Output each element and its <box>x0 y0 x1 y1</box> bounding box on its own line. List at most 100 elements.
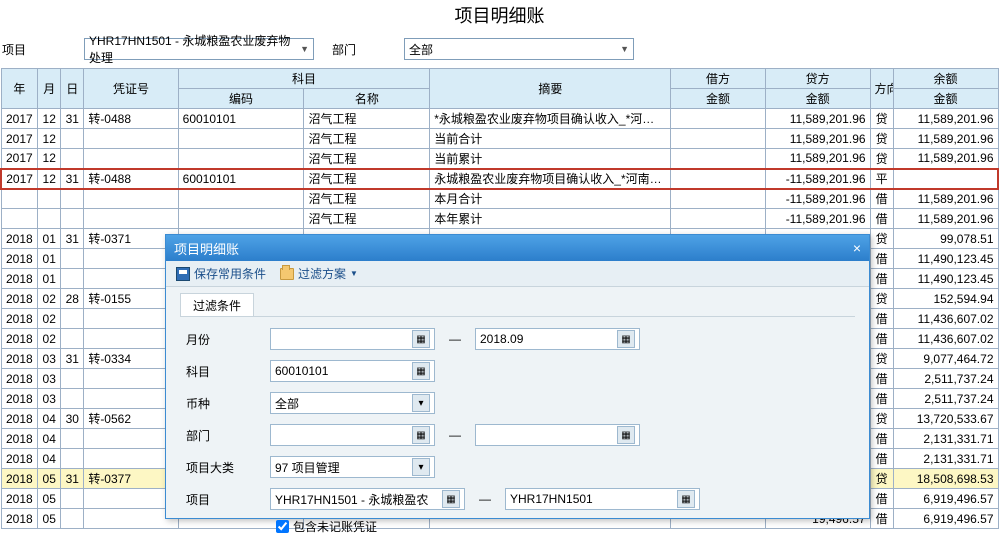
folder-icon <box>280 268 294 280</box>
table-cell <box>671 129 765 149</box>
table-cell: 2018 <box>1 229 38 249</box>
dept-select[interactable]: 全部 ▼ <box>404 38 634 60</box>
table-row[interactable]: 沼气工程本月合计-11,589,201.96借11,589,201.96 <box>1 189 998 209</box>
filter-scheme-button[interactable]: 过滤方案 ▼ <box>280 265 358 282</box>
col-subject[interactable]: 科目 <box>178 69 430 89</box>
filter-scheme-label: 过滤方案 <box>298 265 346 282</box>
table-cell: 贷 <box>870 349 893 369</box>
table-cell <box>671 189 765 209</box>
table-row[interactable]: 201712沼气工程当前累计11,589,201.96贷11,589,201.9… <box>1 149 998 169</box>
dialog-titlebar[interactable]: 项目明细账 × <box>166 235 869 261</box>
table-cell: 31 <box>61 229 84 249</box>
project-from-input[interactable]: YHR17HN1501 - 永城粮盈农▦ <box>270 488 465 510</box>
dept-select-value: 全部 <box>409 41 433 58</box>
save-conditions-button[interactable]: 保存常用条件 <box>176 265 266 282</box>
table-row[interactable]: 201712沼气工程当前合计11,589,201.96贷11,589,201.9… <box>1 129 998 149</box>
table-cell: 2018 <box>1 389 38 409</box>
table-cell: 04 <box>38 409 61 429</box>
table-cell <box>178 149 304 169</box>
col-summary[interactable]: 摘要 <box>430 69 671 109</box>
table-row[interactable]: 20171231转-048860010101沼气工程永城粮盈农业废弃物项目确认收… <box>1 169 998 189</box>
table-cell: 11,436,607.02 <box>893 329 998 349</box>
month-from-input[interactable]: ▦ <box>270 328 435 350</box>
category-select[interactable]: 97 项目管理▾ <box>270 456 435 478</box>
month-to-input[interactable]: 2018.09▦ <box>475 328 640 350</box>
col-debit[interactable]: 借方 <box>671 69 765 89</box>
col-credit-amt[interactable]: 金额 <box>765 89 870 109</box>
table-cell: -11,589,201.96 <box>765 209 870 229</box>
dept-to-input[interactable]: ▦ <box>475 424 640 446</box>
table-cell: 2018 <box>1 289 38 309</box>
table-cell: 05 <box>38 489 61 509</box>
table-cell: 03 <box>38 389 61 409</box>
col-code[interactable]: 编码 <box>178 89 304 109</box>
table-cell: 2,511,737.24 <box>893 389 998 409</box>
table-cell: 本月合计 <box>430 189 671 209</box>
currency-select[interactable]: 全部▾ <box>270 392 435 414</box>
col-balance[interactable]: 余额 <box>893 69 998 89</box>
col-voucher[interactable]: 凭证号 <box>84 69 178 109</box>
table-cell: 借 <box>870 189 893 209</box>
filter-tab[interactable]: 过滤条件 <box>180 293 254 317</box>
table-cell: 04 <box>38 449 61 469</box>
table-cell: 11,589,201.96 <box>893 209 998 229</box>
table-cell: 12 <box>38 169 61 189</box>
table-cell: 2017 <box>1 149 38 169</box>
table-cell <box>84 389 178 409</box>
table-cell: -11,589,201.96 <box>765 169 870 189</box>
subject-input[interactable]: 60010101▦ <box>270 360 435 382</box>
chevron-down-icon[interactable]: ▾ <box>412 458 430 476</box>
table-cell: 2018 <box>1 329 38 349</box>
col-credit[interactable]: 贷方 <box>765 69 870 89</box>
table-cell <box>61 449 84 469</box>
table-cell <box>38 189 61 209</box>
project-select[interactable]: YHR17HN1501 - 永城粮盈农业废弃物处理 ▼ <box>84 38 314 60</box>
table-cell: 借 <box>870 429 893 449</box>
col-debit-amt[interactable]: 金额 <box>671 89 765 109</box>
col-year[interactable]: 年 <box>1 69 38 109</box>
table-cell: 借 <box>870 509 893 529</box>
lookup-icon[interactable]: ▦ <box>412 362 430 380</box>
table-cell: 借 <box>870 269 893 289</box>
col-day[interactable]: 日 <box>61 69 84 109</box>
table-cell: 11,436,607.02 <box>893 309 998 329</box>
lookup-icon[interactable]: ▦ <box>442 490 460 508</box>
chevron-down-icon[interactable]: ▾ <box>412 394 430 412</box>
month-label: 月份 <box>180 331 270 348</box>
table-cell: 转-0377 <box>84 469 178 489</box>
close-icon[interactable]: × <box>853 240 861 256</box>
table-cell <box>61 249 84 269</box>
col-bal-amt[interactable]: 金额 <box>893 89 998 109</box>
table-row[interactable]: 20171231转-048860010101沼气工程*永城粮盈农业废弃物项目确认… <box>1 109 998 129</box>
table-cell: 贷 <box>870 229 893 249</box>
table-cell: 18,508,698.53 <box>893 469 998 489</box>
table-cell: 12 <box>38 109 61 129</box>
lookup-icon[interactable]: ▦ <box>677 490 695 508</box>
table-cell: 2018 <box>1 249 38 269</box>
range-dash: — <box>435 332 475 346</box>
table-cell: 借 <box>870 489 893 509</box>
save-conditions-label: 保存常用条件 <box>194 265 266 282</box>
col-month[interactable]: 月 <box>38 69 61 109</box>
table-cell <box>893 169 998 189</box>
table-cell: 借 <box>870 369 893 389</box>
col-dir[interactable]: 方向 <box>870 69 893 109</box>
project-to-input[interactable]: YHR17HN1501▦ <box>505 488 700 510</box>
table-cell: 30 <box>61 409 84 429</box>
dept-from-input[interactable]: ▦ <box>270 424 435 446</box>
table-cell <box>84 509 178 529</box>
include-unposted-checkbox[interactable] <box>276 520 289 533</box>
lookup-icon[interactable]: ▦ <box>412 426 430 444</box>
table-cell: 2018 <box>1 449 38 469</box>
range-dash: — <box>435 428 475 442</box>
table-cell: 11,589,201.96 <box>893 149 998 169</box>
table-cell <box>61 129 84 149</box>
table-cell <box>61 329 84 349</box>
calendar-icon[interactable]: ▦ <box>412 330 430 348</box>
filter-dialog: 项目明细账 × 保存常用条件 过滤方案 ▼ 过滤条件 月份 ▦ — 2018.0… <box>165 234 870 519</box>
table-cell: 05 <box>38 509 61 529</box>
table-row[interactable]: 沼气工程本年累计-11,589,201.96借11,589,201.96 <box>1 209 998 229</box>
calendar-icon[interactable]: ▦ <box>617 330 635 348</box>
lookup-icon[interactable]: ▦ <box>617 426 635 444</box>
col-name[interactable]: 名称 <box>304 89 430 109</box>
